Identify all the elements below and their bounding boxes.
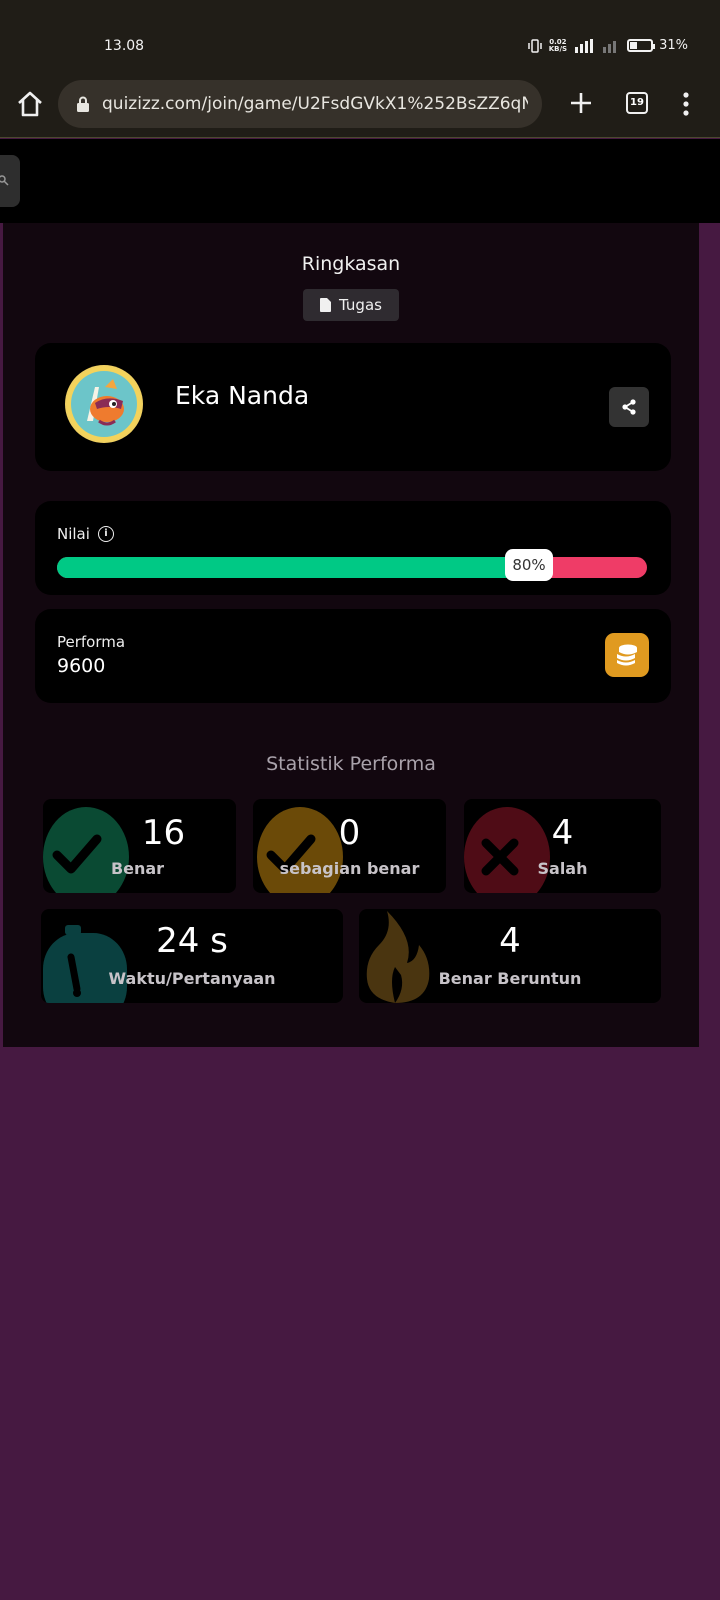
more-menu-icon[interactable]	[676, 90, 696, 118]
score-label-text: Nilai	[57, 525, 90, 543]
stat-time-value: 24 s	[156, 921, 228, 961]
player-card: Eka Nanda	[35, 343, 671, 471]
stat-incorrect-label: Salah	[537, 859, 588, 878]
lock-icon	[77, 96, 89, 112]
search-button[interactable]	[0, 155, 20, 207]
home-icon[interactable]	[14, 88, 46, 120]
stat-streak-label: Benar Beruntun	[438, 969, 582, 988]
stat-partial: 0 sebagian benar	[253, 799, 446, 893]
player-name: Eka Nanda	[175, 381, 310, 410]
performance-value: 9600	[57, 655, 106, 677]
coins-icon	[617, 644, 637, 666]
performance-card: Performa 9600	[35, 609, 671, 703]
share-icon	[622, 399, 636, 415]
score-bar-fill	[57, 557, 529, 578]
url-text[interactable]: quizizz.com/join/game/U2FsdGVkX1%252BsZZ…	[102, 94, 528, 114]
score-bar	[57, 557, 647, 578]
stat-time-label: Waktu/Pertanyaan	[108, 969, 276, 988]
stat-correct-value: 16	[141, 813, 186, 853]
score-label: Nilai i	[57, 525, 114, 543]
stat-streak-value: 4	[499, 921, 521, 961]
coins-button[interactable]	[605, 633, 649, 677]
app-header	[0, 139, 720, 223]
data-rate: 0.02 KB/S	[548, 37, 568, 53]
score-percent: 80%	[505, 549, 553, 581]
stat-incorrect-value: 4	[551, 813, 574, 853]
battery-icon	[627, 39, 656, 52]
status-time: 13.08	[104, 38, 145, 54]
tag-label: Tugas	[339, 296, 382, 314]
tab-count-button[interactable]: 19	[626, 92, 648, 114]
address-bar[interactable]: quizizz.com/join/game/U2FsdGVkX1%252BsZZ…	[58, 80, 542, 128]
status-bar: 13.08 0.02 KB/S 31%	[0, 0, 720, 72]
search-icon	[0, 175, 9, 186]
signal-4g-icon	[575, 38, 594, 53]
stat-time: 24 s Waktu/Pertanyaan	[41, 909, 343, 1003]
browser-toolbar: quizizz.com/join/game/U2FsdGVkX1%252BsZZ…	[0, 72, 720, 138]
stat-incorrect: 4 Salah	[464, 799, 661, 893]
avatar-character-icon	[67, 367, 141, 441]
document-icon	[320, 298, 332, 312]
stat-partial-label: sebagian benar	[279, 859, 420, 878]
vibrate-icon	[527, 38, 542, 53]
performance-label: Performa	[57, 633, 126, 651]
new-tab-icon[interactable]	[564, 86, 598, 120]
stat-correct: 16 Benar	[43, 799, 236, 893]
stats-title: Statistik Performa	[266, 753, 436, 775]
info-icon[interactable]: i	[97, 526, 114, 542]
status-icons: 0.02 KB/S 31%	[527, 38, 688, 53]
stat-streak: 4 Benar Beruntun	[359, 909, 661, 1003]
signal-icon	[603, 40, 617, 53]
share-button[interactable]	[609, 387, 649, 427]
assignment-tag: Tugas	[303, 289, 399, 321]
page-title: Ringkasan	[301, 253, 401, 275]
score-card: Nilai i 80%	[35, 501, 671, 595]
stat-correct-label: Benar	[110, 859, 165, 878]
avatar	[65, 365, 143, 443]
stat-partial-value: 0	[338, 813, 361, 853]
battery-percent: 31%	[659, 38, 688, 53]
summary-panel: Ringkasan Tugas Eka Nanda Nilai i 80% Pe…	[3, 223, 699, 1047]
